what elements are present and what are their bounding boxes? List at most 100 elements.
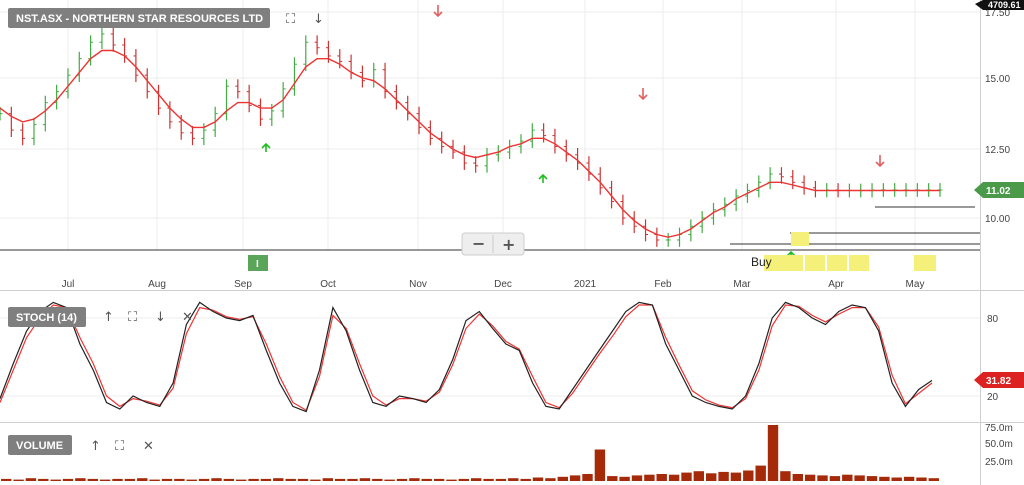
zoom-in-button[interactable]: + <box>502 235 515 254</box>
expand-icon[interactable]: ⛶ <box>285 12 296 27</box>
volume-bar <box>569 475 581 481</box>
volume-bar <box>161 478 173 481</box>
volume-bar <box>347 478 358 481</box>
volume-bar <box>13 479 24 481</box>
x-tick: Dec <box>494 279 512 290</box>
y-tick: 20 <box>987 392 999 403</box>
y-tick: 75.0m <box>985 423 1013 434</box>
y-tick: 80 <box>987 314 999 325</box>
close-icon[interactable]: ✕ <box>182 310 193 325</box>
volume-bar <box>619 476 630 481</box>
volume-bar <box>359 478 371 481</box>
x-tick: May <box>906 279 925 290</box>
volume-bar <box>582 474 593 481</box>
volume-bar <box>508 478 519 481</box>
volume-bar <box>532 477 544 481</box>
y-tick: 15.00 <box>985 74 1010 85</box>
volume-bar <box>50 479 61 481</box>
volume-bar <box>297 478 309 481</box>
volume-bar <box>557 476 568 481</box>
volume-bar <box>223 478 234 481</box>
x-tick: Jul <box>62 279 75 290</box>
zoom-out-button[interactable]: − <box>472 234 485 253</box>
volume-bar <box>446 479 457 481</box>
svg-text:11.02: 11.02 <box>986 186 1011 197</box>
zoom-controls[interactable]: − + <box>461 232 525 256</box>
x-tick: Nov <box>409 279 427 290</box>
expand-icon[interactable]: ⛶ <box>114 439 125 454</box>
move-down-icon[interactable]: ↓ <box>155 310 166 325</box>
volume-bar <box>322 478 333 481</box>
volume-bar <box>236 479 247 481</box>
x-tick: Feb <box>654 279 672 290</box>
volume-bar <box>755 465 766 481</box>
x-tick: 2021 <box>574 279 597 290</box>
top-value-badge: 4709.61 <box>975 0 1024 10</box>
volume-bar <box>879 476 890 481</box>
volume-bar <box>631 475 643 481</box>
volume-bar <box>62 478 74 481</box>
volume-bar <box>866 476 878 481</box>
svg-text:VOLUME: VOLUME <box>16 440 63 452</box>
volume-bar <box>1 478 12 481</box>
y-tick: 12.50 <box>985 145 1010 156</box>
y-tick: 10.00 <box>985 214 1010 225</box>
expand-icon[interactable]: ⛶ <box>127 310 138 325</box>
volume-bar <box>594 449 606 481</box>
indicator-marker[interactable]: I <box>248 255 268 271</box>
stoch-title[interactable]: STOCH (14) <box>8 307 86 327</box>
volume-bar <box>137 478 148 481</box>
move-up-icon[interactable]: ↑ <box>103 310 114 325</box>
volume-bar <box>693 471 704 481</box>
x-tick: Aug <box>148 279 166 290</box>
buy-label: Buy <box>751 255 772 269</box>
price-panel: Buy I − + NST.ASX - NORTHERN STAR RESOUR… <box>0 0 1024 485</box>
volume-bar <box>211 478 222 481</box>
volume-bar <box>891 477 902 481</box>
volume-bar <box>248 478 259 481</box>
svg-text:NST.ASX - NORTHERN STAR RESOUR: NST.ASX - NORTHERN STAR RESOURCES LTD <box>16 13 263 25</box>
stoch-value-badge: 31.82 <box>974 372 1024 388</box>
volume-bar <box>656 474 667 481</box>
volume-bar <box>174 478 185 481</box>
x-tick: Apr <box>828 279 844 290</box>
volume-bar <box>186 479 197 481</box>
volume-bar <box>334 478 346 481</box>
volume-bar <box>718 471 729 481</box>
x-tick: Oct <box>320 279 336 290</box>
volume-bar <box>409 478 420 481</box>
volume-bar <box>260 478 272 481</box>
svg-text:I: I <box>256 259 259 270</box>
stoch-panel: STOCH (14) ↑ ⛶ ↓ ✕ 80 20 31.82 <box>0 301 1024 423</box>
volume-bar <box>433 478 445 481</box>
volume-bar <box>730 472 742 481</box>
volume-bar <box>780 471 791 481</box>
volume-bar <box>273 478 284 481</box>
volume-bar <box>372 478 383 481</box>
volume-bar <box>792 474 803 481</box>
volume-bar <box>285 478 296 481</box>
stoch-k-line <box>0 301 933 413</box>
svg-text:STOCH (14): STOCH (14) <box>16 312 77 324</box>
volume-bar <box>842 474 853 481</box>
volume-panel: VOLUME ↑ ⛶ ✕ 75.0m 50.0m 25.0m <box>1 423 1013 481</box>
volume-bar <box>817 475 828 481</box>
price-title[interactable]: NST.ASX - NORTHERN STAR RESOURCES LTD <box>8 8 270 28</box>
move-down-icon[interactable]: ↓ <box>313 12 324 27</box>
volume-bar <box>99 479 111 481</box>
volume-bar <box>384 479 395 481</box>
volume-bar <box>25 478 37 481</box>
volume-bar <box>681 472 692 481</box>
y-tick: 50.0m <box>985 439 1013 450</box>
volume-bar <box>421 478 432 481</box>
volume-title[interactable]: VOLUME <box>8 435 72 455</box>
volume-bar <box>75 478 86 481</box>
volume-bar <box>607 476 618 481</box>
close-icon[interactable]: ✕ <box>143 439 154 454</box>
volume-bar <box>829 476 841 481</box>
x-tick: Sep <box>234 279 252 290</box>
volume-bar <box>495 478 507 481</box>
volume-bar <box>458 478 469 481</box>
volume-bar <box>483 478 494 481</box>
move-up-icon[interactable]: ↑ <box>90 439 101 454</box>
